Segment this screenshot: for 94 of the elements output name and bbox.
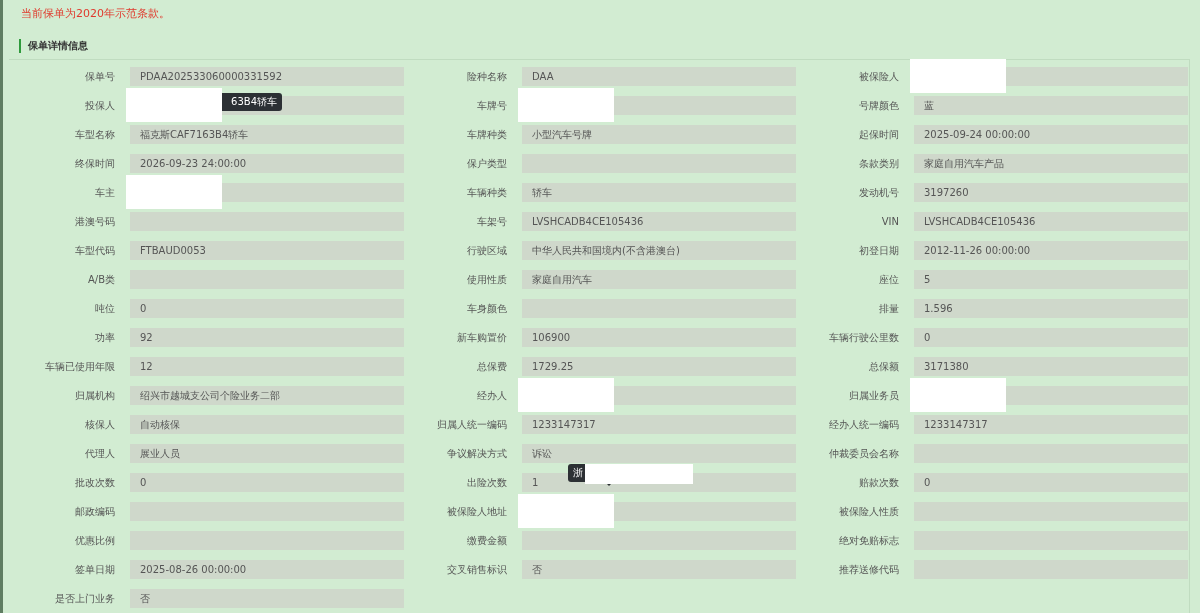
field-value: 2012-11-26 00:00:00 [914, 241, 1188, 260]
field-value: 轿车 [522, 183, 796, 202]
field-label: 经办人统一编码 [828, 417, 899, 432]
field-value: 自动核保 [130, 415, 404, 434]
field-value: 92 [130, 328, 404, 347]
field-value: 2026-09-23 24:00:00 [130, 154, 404, 173]
field-label: 总保额 [868, 359, 899, 374]
field-label: 优惠比例 [74, 533, 115, 548]
field-label: 车牌种类 [466, 127, 507, 142]
field-label: 归属人统一编码 [436, 417, 507, 432]
field-label: 交叉销售标识 [446, 562, 507, 577]
field-label: 使用性质 [466, 272, 507, 287]
field-label: 终保时间 [74, 156, 115, 171]
field-value: LVSHCADB4CE105436 [522, 212, 796, 231]
field-value: 中华人民共和国境内(不含港澳台) [522, 241, 796, 260]
field-value: LVSHCADB4CE105436 [914, 212, 1188, 231]
field-value: 否 [522, 560, 796, 579]
field-value: 0 [130, 299, 404, 318]
field-label: 赔款次数 [858, 475, 899, 490]
field-label: 号牌颜色 [858, 98, 899, 113]
field-label: 车辆种类 [466, 185, 507, 200]
field-value: 1.596 [914, 299, 1188, 318]
field-label: 归属业务员 [848, 388, 899, 403]
field-label: 出险次数 [466, 475, 507, 490]
field-value: PDAA202533060000331592 [130, 67, 404, 86]
field-value: 家庭自用汽车产品 [914, 154, 1188, 173]
field-value: 5 [914, 270, 1188, 289]
field-label: 起保时间 [858, 127, 899, 142]
section-marker [19, 39, 21, 53]
field-value: DAA [522, 67, 796, 86]
field-value: 3171380 [914, 357, 1188, 376]
field-label: 推荐送修代码 [838, 562, 899, 577]
field-label: 绝对免赔标志 [838, 533, 899, 548]
field-label: 车型名称 [74, 127, 115, 142]
field-label: 初登日期 [858, 243, 899, 258]
field-label: 保单号 [84, 69, 115, 84]
field-label: 代理人 [84, 446, 115, 461]
field-label: 吨位 [94, 301, 115, 316]
field-label: 港澳号码 [74, 214, 115, 229]
field-label: 批改次数 [74, 475, 115, 490]
field-value: 0 [914, 328, 1188, 347]
field-value: 2025-08-26 00:00:00 [130, 560, 404, 579]
field-value: 1233147317 [522, 415, 796, 434]
field-value: 12 [130, 357, 404, 376]
field-value: 诉讼 [522, 444, 796, 463]
field-label: 功率 [94, 330, 115, 345]
field-label: 投保人 [84, 98, 115, 113]
field-value: 家庭自用汽车 [522, 270, 796, 289]
field-label: 条款类别 [858, 156, 899, 171]
field-label: 保户类型 [466, 156, 507, 171]
field-label: 总保费 [476, 359, 507, 374]
field-label: 被保险人 [858, 69, 899, 84]
field-value: 小型汽车号牌 [522, 125, 796, 144]
field-label: 被保险人性质 [838, 504, 899, 519]
field-label: 缴费金额 [466, 533, 507, 548]
field-label: 排量 [878, 301, 899, 316]
field-value: 蓝 [914, 96, 1188, 115]
field-value: 2025-09-24 00:00:00 [914, 125, 1188, 144]
field-label: 经办人 [476, 388, 507, 403]
field-label: 车辆已使用年限 [44, 359, 115, 374]
field-value: 绍兴市越城支公司个险业务二部 [130, 386, 404, 405]
field-value: 3197260 [914, 183, 1188, 202]
section-title: 保单详情信息 [28, 39, 88, 53]
field-value: 展业人员 [130, 444, 404, 463]
field-value: 0 [130, 473, 404, 492]
field-label: VIN [880, 216, 899, 227]
field-label: 新车购置价 [456, 330, 507, 345]
field-label: 仲裁委员会名称 [828, 446, 899, 461]
field-label: 签单日期 [74, 562, 115, 577]
field-label: 车身颜色 [466, 301, 507, 316]
field-value: 否 [130, 589, 404, 608]
field-label: 邮政编码 [74, 504, 115, 519]
field-label: 争议解决方式 [446, 446, 507, 461]
field-label: A/B类 [86, 272, 115, 287]
field-label: 座位 [878, 272, 899, 287]
field-label: 行驶区域 [466, 243, 507, 258]
field-value: 1729.25 [522, 357, 796, 376]
field-value: 0 [914, 473, 1188, 492]
field-label: 车牌号 [476, 98, 507, 113]
field-label: 是否上门业务 [54, 591, 115, 606]
field-value: FTBAUD0053 [130, 241, 404, 260]
field-label: 险种名称 [466, 69, 507, 84]
field-label: 发动机号 [858, 185, 899, 200]
field-label: 车辆行驶公里数 [828, 330, 899, 345]
field-label: 核保人 [84, 417, 115, 432]
notice-text: 当前保单为2020年示范条款。 [20, 6, 171, 22]
field-label: 车型代码 [74, 243, 115, 258]
field-label: 车架号 [476, 214, 507, 229]
field-label: 被保险人地址 [446, 504, 507, 519]
field-label: 归属机构 [74, 388, 115, 403]
field-value: 1233147317 [914, 415, 1188, 434]
field-label: 车主 [94, 185, 115, 200]
field-value: 106900 [522, 328, 796, 347]
field-value: 福克斯CAF7163B4轿车 [130, 125, 404, 144]
